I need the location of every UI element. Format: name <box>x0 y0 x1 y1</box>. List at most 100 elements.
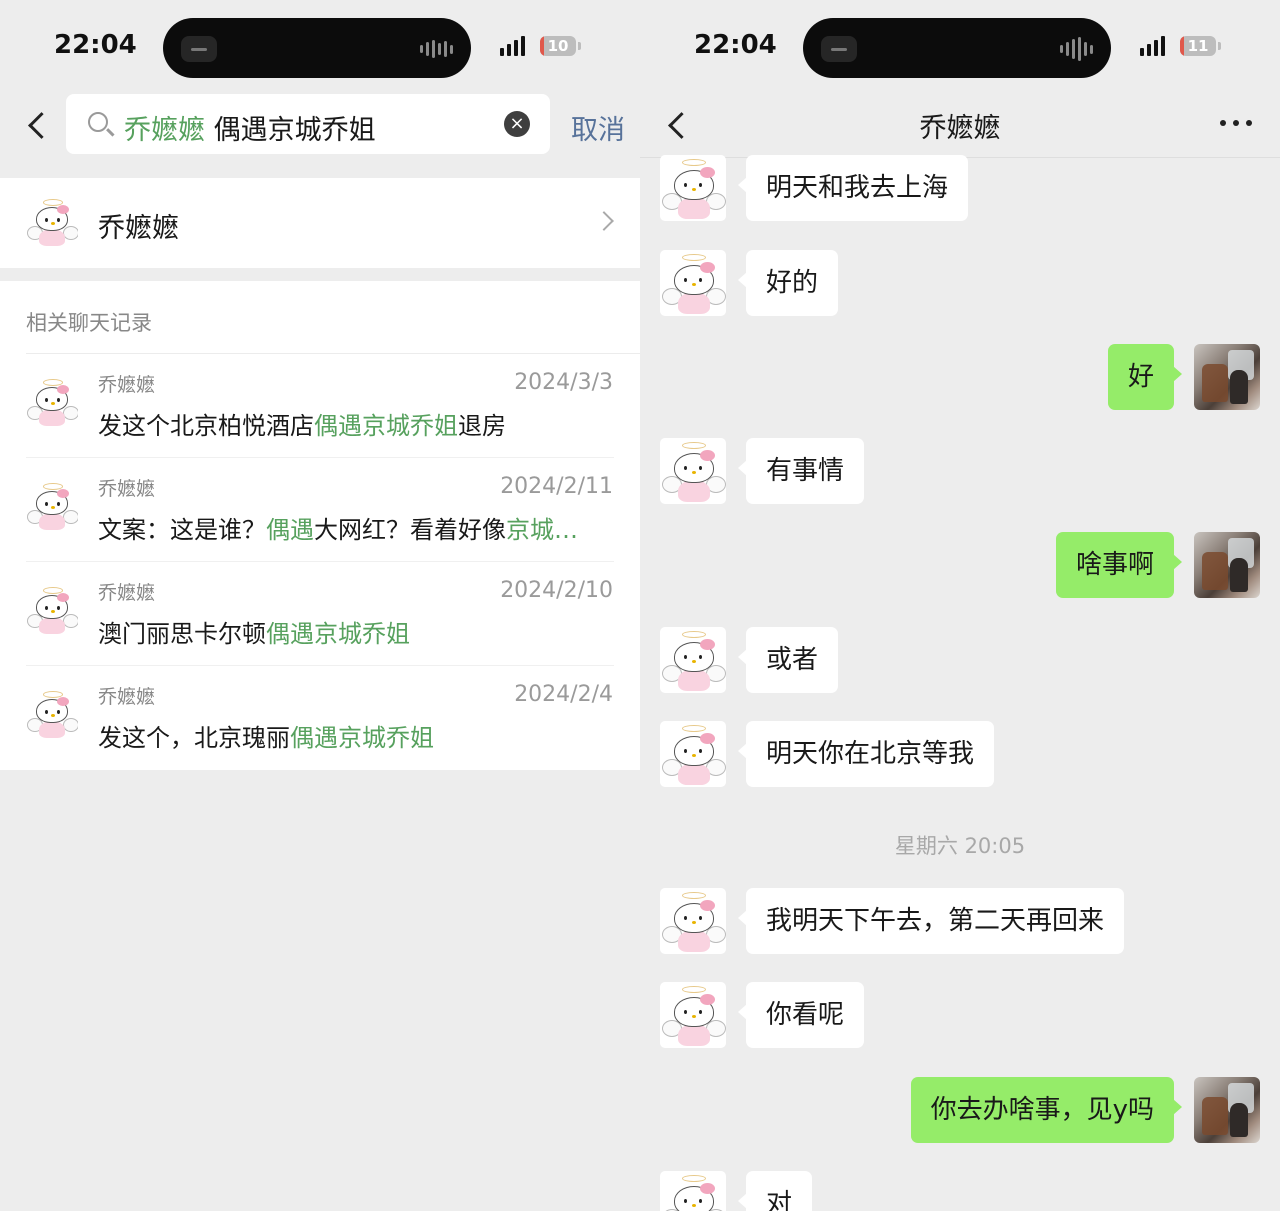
my-avatar[interactable] <box>1194 532 1260 598</box>
message-row: 有事情 <box>640 438 1280 508</box>
text-part: 文案：这是谁？ <box>98 516 266 544</box>
record-date: 2024/2/11 <box>500 474 613 499</box>
message-row: 对 <box>640 1171 1280 1211</box>
signal-icon <box>500 36 525 56</box>
contact-avatar[interactable] <box>660 982 726 1048</box>
battery-level: 11 <box>1187 37 1209 55</box>
record-item[interactable]: 乔嬷嬷 2024/2/11 文案：这是谁？偶遇大网红？看着好像京城… <box>0 458 640 562</box>
dynamic-island <box>163 18 471 78</box>
status-time: 22:04 <box>694 30 777 60</box>
search-icon <box>88 112 108 132</box>
contact-avatar[interactable] <box>660 721 726 787</box>
status-time: 22:04 <box>54 30 137 60</box>
received-bubble[interactable]: 我明天下午去，第二天再回来 <box>737 888 1125 954</box>
my-avatar[interactable] <box>1194 344 1260 410</box>
section-title: 相关聊天记录 <box>26 311 152 335</box>
contact-avatar[interactable] <box>660 155 726 221</box>
avatar <box>26 584 78 636</box>
text-part: 大网红？看着好像 <box>314 516 506 544</box>
search-contact-tag: 乔嬷嬷 <box>124 115 205 146</box>
contact-avatar[interactable] <box>660 250 726 316</box>
record-item[interactable]: 乔嬷嬷 2024/2/10 澳门丽思卡尔顿偶遇京城乔姐 <box>0 562 640 666</box>
contact-name: 乔嬷嬷 <box>98 213 179 244</box>
contact-avatar[interactable] <box>660 438 726 504</box>
status-bar: 22:04 10 <box>0 0 640 90</box>
contact-avatar[interactable] <box>660 888 726 954</box>
message-row: 好的 <box>640 250 1280 320</box>
battery-icon: 11 <box>1180 36 1216 56</box>
record-sender: 乔嬷嬷 <box>98 686 156 708</box>
camera-icon <box>821 36 857 62</box>
search-input[interactable]: 乔嬷嬷 偶遇京城乔姐 <box>124 108 376 147</box>
highlight-part: 偶遇京城乔姐 <box>290 724 434 752</box>
avatar <box>26 480 78 532</box>
message-row: 啥事啊 <box>640 532 1280 602</box>
text-part: 发这个，北京瑰丽 <box>98 724 290 752</box>
sent-bubble[interactable]: 啥事啊 <box>1055 532 1183 598</box>
record-item[interactable]: 乔嬷嬷 2024/2/4 发这个，北京瑰丽偶遇京城乔姐 <box>0 666 640 770</box>
camera-icon <box>181 36 217 62</box>
text-part: 退房 <box>458 412 506 440</box>
chat-timestamp: 星期六 20:05 <box>894 834 1026 858</box>
message-row: 或者 <box>640 627 1280 697</box>
highlight-part: 偶遇京城乔姐 <box>314 412 458 440</box>
message-row: 明天你在北京等我 <box>640 721 1280 791</box>
text-part: 发这个北京柏悦酒店 <box>98 412 314 440</box>
cancel-button[interactable]: 取消 <box>571 108 625 147</box>
back-icon[interactable] <box>28 112 55 139</box>
chat-title: 乔嬷嬷 <box>919 113 1001 144</box>
received-bubble[interactable]: 明天你在北京等我 <box>737 721 995 787</box>
received-bubble[interactable]: 对 <box>737 1171 813 1211</box>
more-icon[interactable] <box>1220 120 1252 126</box>
audio-wave-icon <box>420 40 453 58</box>
received-bubble[interactable]: 好的 <box>737 250 839 316</box>
chevron-right-icon <box>594 211 614 231</box>
message-row: 我明天下午去，第二天再回来 <box>640 888 1280 958</box>
record-text: 发这个北京柏悦酒店偶遇京城乔姐退房 <box>98 406 613 441</box>
status-bar: 22:04 11 <box>640 0 1280 90</box>
message-row: 好 <box>640 344 1280 414</box>
avatar <box>26 376 78 428</box>
record-date: 2024/2/10 <box>500 578 613 603</box>
received-bubble[interactable]: 明天和我去上海 <box>737 155 969 221</box>
message-row: 明天和我去上海 <box>640 155 1280 225</box>
highlight-part: 偶遇 <box>266 516 314 544</box>
clear-icon[interactable]: × <box>504 111 530 137</box>
record-text: 发这个，北京瑰丽偶遇京城乔姐 <box>98 718 613 753</box>
highlight-part: 京城… <box>506 516 578 544</box>
my-avatar[interactable] <box>1194 1077 1260 1143</box>
message-row: 你看呢 <box>640 982 1280 1052</box>
battery-level: 10 <box>547 37 569 55</box>
audio-wave-icon <box>1060 37 1093 61</box>
battery-tip <box>578 42 581 50</box>
battery-icon: 10 <box>540 36 576 56</box>
record-text: 文案：这是谁？偶遇大网红？看着好像京城… <box>98 510 613 545</box>
highlight-part: 偶遇京城乔姐 <box>266 620 410 648</box>
sent-bubble[interactable]: 你去办啥事，见y吗 <box>910 1077 1183 1143</box>
avatar <box>26 688 78 740</box>
text-part: 澳门丽思卡尔顿 <box>98 620 266 648</box>
chat-screen: 22:04 11 乔嬷嬷 明天和我去上海 好的好有事情啥事啊或者明天你在北京等我我… <box>640 0 1280 1211</box>
record-date: 2024/3/3 <box>514 370 613 395</box>
received-bubble[interactable]: 你看呢 <box>737 982 865 1048</box>
received-bubble[interactable]: 或者 <box>737 627 839 693</box>
received-bubble[interactable]: 有事情 <box>737 438 865 504</box>
record-text: 澳门丽思卡尔顿偶遇京城乔姐 <box>98 614 613 649</box>
contact-result[interactable]: 乔嬷嬷 <box>0 178 640 268</box>
record-item[interactable]: 乔嬷嬷 2024/3/3 发这个北京柏悦酒店偶遇京城乔姐退房 <box>0 354 640 458</box>
contact-avatar[interactable] <box>660 1171 726 1211</box>
record-sender: 乔嬷嬷 <box>98 374 156 396</box>
battery-tip <box>1218 42 1221 50</box>
sent-bubble[interactable]: 好 <box>1107 344 1183 410</box>
contact-avatar[interactable] <box>660 627 726 693</box>
avatar <box>26 196 78 248</box>
search-query: 偶遇京城乔姐 <box>205 115 376 146</box>
message-row: 你去办啥事，见y吗 <box>640 1077 1280 1147</box>
signal-icon <box>1140 36 1165 56</box>
dynamic-island <box>803 18 1111 78</box>
search-screen: 22:04 10 乔嬷嬷 偶遇京城乔姐 × 取消 乔嬷嬷 相关聊天记录 乔嬷嬷 … <box>0 0 640 1211</box>
record-sender: 乔嬷嬷 <box>98 582 156 604</box>
chat-records-section: 相关聊天记录 乔嬷嬷 2024/3/3 发这个北京柏悦酒店偶遇京城乔姐退房 乔嬷… <box>0 281 640 770</box>
record-sender: 乔嬷嬷 <box>98 478 156 500</box>
search-box[interactable]: 乔嬷嬷 偶遇京城乔姐 × <box>66 94 550 154</box>
